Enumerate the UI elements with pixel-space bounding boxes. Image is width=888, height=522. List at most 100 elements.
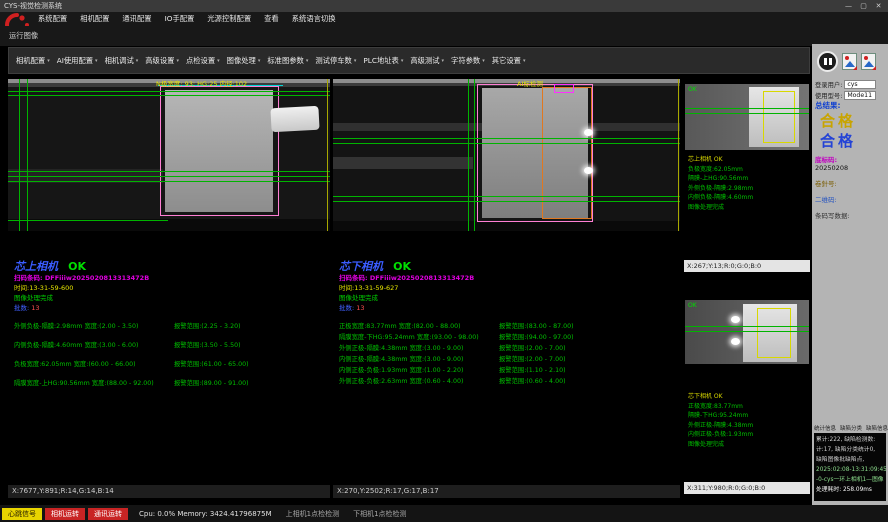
barcode-value: DFFiiiw2025020813313472B <box>370 274 474 282</box>
minimize-button[interactable]: — <box>841 0 856 12</box>
tab-label: 相机调试 <box>105 56 134 66</box>
comm-status-badge: 通讯运转 <box>88 508 128 520</box>
overlay-ok-text: OK <box>688 86 697 93</box>
measurement-row: 外侧正极-负极:2.63mm 宽度:(0.60 - 4.00)报警范围:(0.6… <box>339 376 676 387</box>
pixel-coordinate-readout: X:270,Y:2502;R:17,G:17,B:17 <box>333 485 680 498</box>
thumbnail-image[interactable]: OK <box>685 84 809 150</box>
cpu-memory-readout: Cpu: 0.0% Memory: 3424.41796875M <box>139 510 272 518</box>
reflection-spot <box>731 338 740 345</box>
login-field[interactable]: cys <box>844 80 876 89</box>
window-controls: — ▢ ✕ <box>841 0 886 12</box>
menu-item-language[interactable]: 系统语言切换 <box>292 14 336 24</box>
thumbnail-view-bottom: OK 芯下相机 OK 正极宽度:83.77mm 隔膜-下HG:95.24mm 外… <box>684 274 810 494</box>
measurement-row: 外侧负极-隔膜:2.98mm 宽度:(2.00 - 3.50)报警范围:(2.2… <box>14 321 326 340</box>
tab-label: 字符参数 <box>451 56 480 66</box>
measurement-line <box>8 176 330 177</box>
chevron-down-icon: ▾ <box>306 58 309 64</box>
tab-flag <box>270 106 319 132</box>
menu-item-system[interactable]: 系统配置 <box>38 14 67 24</box>
overlay-ai-text: AI标检测 <box>517 79 543 88</box>
model-field[interactable]: Mode11 <box>844 91 876 100</box>
alarm-range-text: 报警范围:(2.25 - 3.20) <box>174 321 241 330</box>
title-bar: CYS-视觉检测系统 — ▢ ✕ <box>0 0 888 12</box>
close-button[interactable]: ✕ <box>871 0 886 12</box>
status-bar: 心跳信号 相机运转 通讯运转 Cpu: 0.0% Memory: 3424.41… <box>0 505 888 522</box>
toolbar-tab-standard-params[interactable]: 标准图参数▾ <box>267 56 308 66</box>
reflection-spot <box>584 167 593 174</box>
measurement-row: 隔膜宽度-上HG:90.56mm 宽度:(88.00 - 92.00)报警范围:… <box>14 378 326 397</box>
thumbnail-view-top: OK 芯上相机 OK 负极宽度:62.05mm 隔膜-上HG:90.56mm 外… <box>684 79 810 272</box>
camera-view-bottom: AI标检测 芯下相机 OK 扫码条码: DFFiiiw2025020813313… <box>333 79 680 498</box>
toolbar-tab-ai-config[interactable]: AI使用配置▾ <box>57 56 98 66</box>
batch-value: 13 <box>31 304 39 312</box>
barcode-label: 扫码条码: <box>14 274 43 282</box>
stats-line: 累计:222, 缺陷检测数: <box>816 435 884 445</box>
pause-button[interactable] <box>817 51 838 72</box>
menu-item-light[interactable]: 光源控制配置 <box>207 14 251 24</box>
tab-label: PLC地址表 <box>363 56 398 66</box>
tab-label: 相机配置 <box>16 56 45 66</box>
measurement-row: 内侧正极-负极:1.93mm 宽度:(1.00 - 2.20)报警范围:(1.1… <box>339 365 676 376</box>
thumb-line: 芯上相机 OK <box>688 155 808 165</box>
red-dot-icon <box>864 56 868 60</box>
result-ok-badge: OK <box>393 260 411 273</box>
toolbar-tab-other[interactable]: 其它设置▾ <box>492 56 526 66</box>
process-status: 图像处理完成 <box>14 293 326 303</box>
toolbar-tab-advanced[interactable]: 高级设置▾ <box>145 56 179 66</box>
measurement-text: 隔膜宽度-上HG:90.56mm 宽度:(88.00 - 92.00) <box>14 378 154 387</box>
camera-image-bottom[interactable]: AI标检测 <box>333 79 680 231</box>
toolbar-tab-camera-debug[interactable]: 相机调试▾ <box>105 56 139 66</box>
result-panel-top: 芯上相机 OK 扫码条码: DFFiiiw2025020813313472B 时… <box>14 255 326 397</box>
maximize-button[interactable]: ▢ <box>856 0 871 12</box>
stats-line: -0-cys一环上相机1—图像 <box>816 475 884 485</box>
thumb-line: 芯下相机 OK <box>688 392 808 402</box>
menu-item-io[interactable]: IO手配置 <box>165 14 195 24</box>
reflection-spot <box>584 129 593 136</box>
tab-label: 点检设置 <box>186 56 215 66</box>
measurement-line <box>685 113 809 114</box>
tab-label: 高级设置 <box>145 56 174 66</box>
task-top-camera[interactable]: 上相机1点检检测 <box>286 509 339 519</box>
menu-item-comm[interactable]: 通讯配置 <box>122 14 151 24</box>
measurement-line <box>333 138 680 139</box>
thumb-line: 图像处理完成 <box>688 440 808 450</box>
tab-label: 图像处理 <box>227 56 256 66</box>
thumbnail-image[interactable]: OK <box>685 300 809 364</box>
toolbar-tab-test-stop[interactable]: 测试停车数▾ <box>315 56 356 66</box>
sidebar-button-row <box>812 44 888 78</box>
stats-tab-defect-info[interactable]: 缺陷信息 <box>866 424 888 432</box>
stats-tab-defect-class[interactable]: 缺陷分类 <box>840 424 862 432</box>
camera-view-top: N极宽度: 93; HG:25 内径:102 芯上相机 OK 扫码条码: DFF… <box>8 79 330 498</box>
window-title: CYS-视觉检测系统 <box>4 2 62 10</box>
toolbar-tab-spotcheck[interactable]: 点检设置▾ <box>186 56 220 66</box>
task-bottom-camera[interactable]: 下相机1点检检测 <box>353 509 406 519</box>
reel-number-label: 卷針号: <box>815 178 837 188</box>
menu-item-view[interactable]: 查看 <box>264 14 279 24</box>
stats-tab-summary[interactable]: 统计信息 <box>814 424 836 432</box>
marker-box <box>554 84 574 93</box>
toolbar-tab-image-process[interactable]: 图像处理▾ <box>227 56 261 66</box>
toolbar-tab-plc-address[interactable]: PLC地址表▾ <box>363 56 403 66</box>
menu-item-camera[interactable]: 相机配置 <box>80 14 109 24</box>
measurement-row: 内侧负极-隔膜:4.60mm 宽度:(3.00 - 6.00)报警范围:(3.5… <box>14 340 326 359</box>
run-image-tab[interactable]: 运行图像 <box>9 31 38 41</box>
chevron-down-icon: ▾ <box>354 58 357 64</box>
separator-line <box>678 79 679 231</box>
measurement-row: 外侧正极-隔膜:4.38mm 宽度:(3.00 - 9.00)报警范围:(2.0… <box>339 343 676 354</box>
thumb-line: 外侧负极-隔膜:2.98mm <box>688 184 808 194</box>
barcode-value: DFFiiiw2025020813313472B <box>45 274 149 282</box>
result-panel-bottom: 芯下相机 OK 扫码条码: DFFiiiw2025020813313472B 时… <box>339 255 676 387</box>
image-view-button-bottom[interactable] <box>861 53 876 70</box>
image-view-button-top[interactable] <box>842 53 857 70</box>
result-top-text: 合格 <box>820 110 856 131</box>
toolbar-tab-camera-config[interactable]: 相机配置▾ <box>16 56 50 66</box>
measurement-line <box>8 91 330 92</box>
camera-image-top[interactable]: N极宽度: 93; HG:25 内径:102 <box>8 79 330 231</box>
thumb-line: 外侧正极-隔膜:4.38mm <box>688 421 808 431</box>
chevron-down-icon: ▾ <box>47 58 50 64</box>
chevron-down-icon: ▾ <box>95 58 98 64</box>
toolbar-tab-advanced-test[interactable]: 高级测试▾ <box>410 56 444 66</box>
pause-icon <box>824 58 827 65</box>
alarm-range-text: 报警范围:(1.10 - 2.10) <box>499 365 566 374</box>
toolbar-tab-char-params[interactable]: 字符参数▾ <box>451 56 485 66</box>
